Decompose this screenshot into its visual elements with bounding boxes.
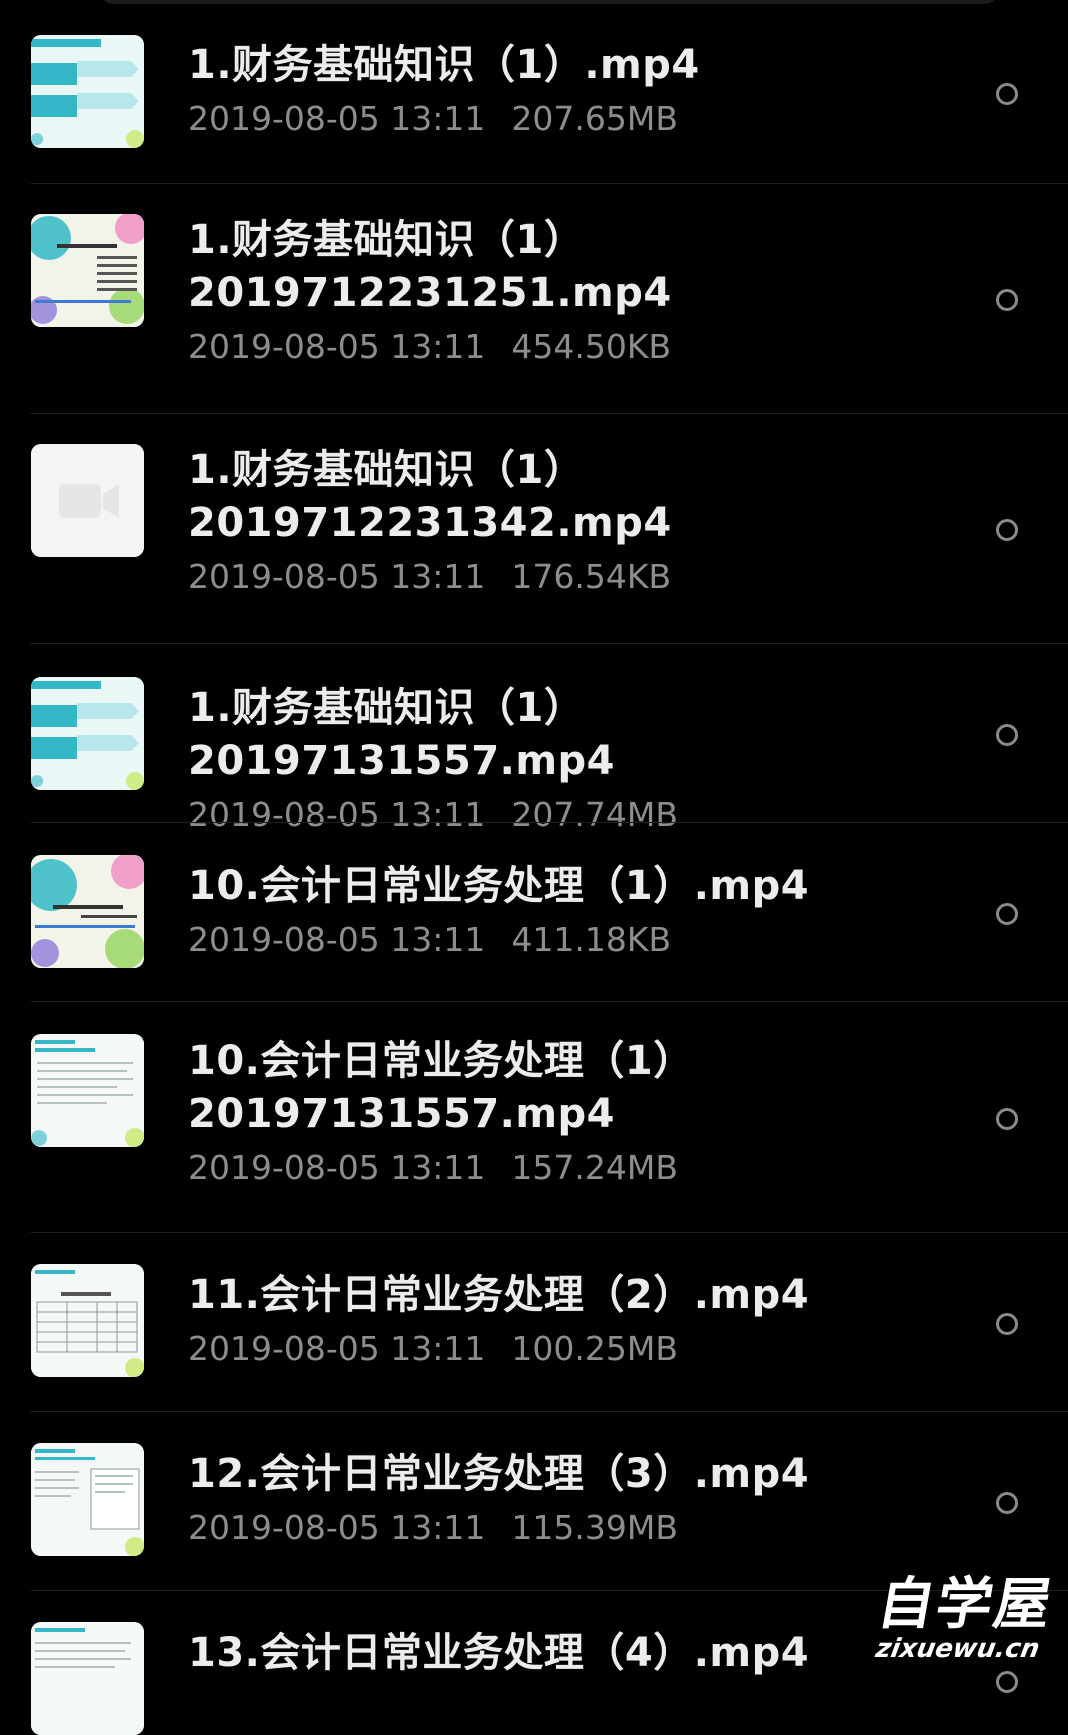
slide-thumbnail-icon [31, 214, 144, 327]
file-date: 2019-08-05 13:11 [188, 327, 486, 366]
file-size: 176.54KB [511, 557, 672, 596]
file-name: 13.会计日常业务处理（4）.mp4 [188, 1630, 810, 1676]
file-name: 1.财务基础知识（1）.mp4 [188, 42, 700, 88]
watermark-cn: 自学屋 [872, 1572, 1059, 1637]
select-radio[interactable] [996, 83, 1018, 105]
file-size: 207.65MB [511, 99, 678, 138]
file-size: 157.24MB [511, 1148, 678, 1187]
select-radio[interactable] [996, 903, 1018, 925]
slide-thumbnail-icon [31, 1264, 144, 1377]
file-text: 11.会计日常业务处理（2）.mp4 2019-08-05 13:11 100.2… [188, 1269, 958, 1375]
select-radio[interactable] [996, 289, 1018, 311]
list-item[interactable]: 1.财务基础知识（1） 2019712231251.mp4 2019-08-05… [0, 184, 1068, 414]
file-text: 1.财务基础知识（1）.mp4 2019-08-05 13:11 207.65MB [188, 39, 958, 145]
list-item[interactable]: 1.财务基础知识（1） 2019712231342.mp4 2019-08-05… [0, 414, 1068, 644]
file-meta: 2019-08-05 13:11 176.54KB [188, 550, 958, 603]
file-date: 2019-08-05 13:11 [188, 1148, 486, 1187]
file-text: 10.会计日常业务处理（1）.mp4 2019-08-05 13:11 411.1… [188, 860, 958, 966]
list-item[interactable]: 10.会计日常业务处理（1）.mp4 2019-08-05 13:11 411.1… [0, 823, 1068, 1002]
slide-thumbnail-icon [31, 855, 144, 968]
file-text: 1.财务基础知识（1） 2019712231251.mp4 2019-08-05… [188, 214, 958, 373]
select-radio[interactable] [996, 724, 1018, 746]
video-placeholder-icon [31, 444, 144, 557]
file-meta: 2019-08-05 13:11 100.25MB [188, 1322, 958, 1375]
watermark-logo: 自学屋 zixuewu.cn [868, 1572, 1059, 1664]
list-item[interactable]: 1.财务基础知识（1）.mp4 2019-08-05 13:11 207.65MB [0, 0, 1068, 184]
slide-thumbnail-icon [31, 677, 144, 790]
file-size: 454.50KB [511, 327, 672, 366]
file-meta: 2019-08-05 13:11 207.65MB [188, 92, 958, 145]
file-name: 1.财务基础知识（1）20197131557.mp4 [188, 685, 615, 784]
file-meta: 2019-08-05 13:11 115.39MB [188, 1501, 958, 1554]
file-text: 1.财务基础知识（1） 2019712231342.mp4 2019-08-05… [188, 444, 958, 603]
file-meta: 2019-08-05 13:11 157.24MB [188, 1141, 958, 1194]
file-date: 2019-08-05 13:11 [188, 99, 486, 138]
file-name: 1.财务基础知识（1） 2019712231342.mp4 [188, 447, 672, 546]
file-name: 12.会计日常业务处理（3）.mp4 [188, 1451, 810, 1497]
select-radio[interactable] [996, 1313, 1018, 1335]
file-date: 2019-08-05 13:11 [188, 557, 486, 596]
list-item[interactable]: 1.财务基础知识（1）20197131557.mp4 2019-08-05 13… [0, 644, 1068, 834]
watermark-en: zixuewu.cn [873, 1634, 1042, 1664]
file-size: 100.25MB [511, 1329, 678, 1368]
file-size: 411.18KB [511, 920, 672, 959]
file-date: 2019-08-05 13:11 [188, 1329, 486, 1368]
select-radio[interactable] [996, 519, 1018, 541]
file-name: 1.财务基础知识（1） 2019712231251.mp4 [188, 217, 672, 316]
select-radio[interactable] [996, 1492, 1018, 1514]
file-text: 1.财务基础知识（1）20197131557.mp4 2019-08-05 13… [188, 682, 958, 841]
file-date: 2019-08-05 13:11 [188, 1508, 486, 1547]
file-meta: 2019-08-05 13:11 411.18KB [188, 913, 958, 966]
slide-thumbnail-icon [31, 1622, 144, 1735]
select-radio[interactable] [996, 1671, 1018, 1693]
file-name: 10.会计日常业务处理（1）.mp4 [188, 863, 810, 909]
file-name: 11.会计日常业务处理（2）.mp4 [188, 1272, 810, 1318]
file-text: 13.会计日常业务处理（4）.mp4 [188, 1627, 958, 1680]
list-item[interactable]: 10.会计日常业务处理（1） 20197131557.mp4 2019-08-0… [0, 1002, 1068, 1233]
file-text: 12.会计日常业务处理（3）.mp4 2019-08-05 13:11 115.3… [188, 1448, 958, 1554]
file-text: 10.会计日常业务处理（1） 20197131557.mp4 2019-08-0… [188, 1035, 958, 1194]
file-size: 115.39MB [511, 1508, 678, 1547]
slide-thumbnail-icon [31, 35, 144, 148]
file-name: 10.会计日常业务处理（1） 20197131557.mp4 [188, 1038, 694, 1137]
slide-thumbnail-icon [31, 1034, 144, 1147]
slide-thumbnail-icon [31, 1443, 144, 1556]
file-meta: 2019-08-05 13:11 454.50KB [188, 320, 958, 373]
list-item[interactable]: 12.会计日常业务处理（3）.mp4 2019-08-05 13:11 115.3… [0, 1412, 1068, 1591]
select-radio[interactable] [996, 1108, 1018, 1130]
file-date: 2019-08-05 13:11 [188, 920, 486, 959]
list-item[interactable]: 11.会计日常业务处理（2）.mp4 2019-08-05 13:11 100.2… [0, 1233, 1068, 1412]
